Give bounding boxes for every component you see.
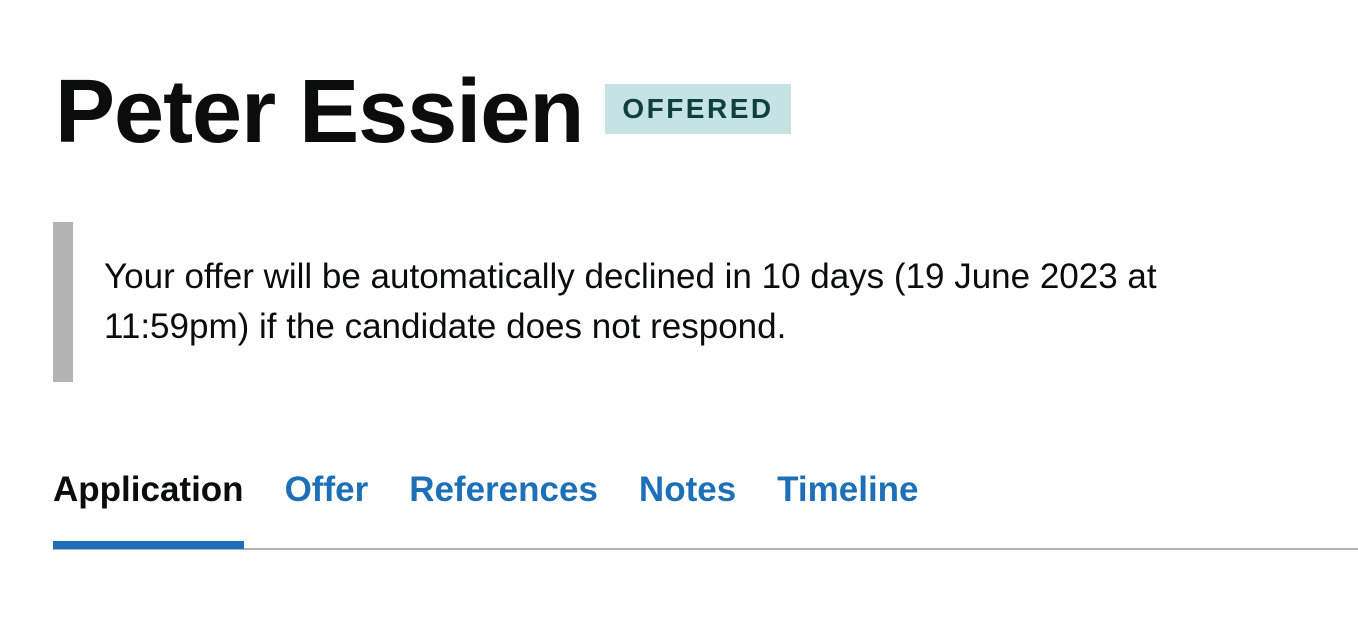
- page-header: Peter Essien OFFERED: [55, 62, 791, 162]
- status-badge: OFFERED: [605, 84, 791, 134]
- candidate-name-heading: Peter Essien: [55, 62, 584, 162]
- application-tabs: Application Offer References Notes Timel…: [53, 462, 1358, 550]
- tab-timeline[interactable]: Timeline: [777, 462, 918, 550]
- tab-references[interactable]: References: [409, 462, 598, 550]
- tab-notes[interactable]: Notes: [639, 462, 736, 550]
- tab-list: Application Offer References Notes Timel…: [53, 462, 1358, 550]
- offer-decline-notice: Your offer will be automatically decline…: [53, 222, 1233, 382]
- tab-offer[interactable]: Offer: [285, 462, 369, 550]
- tab-application[interactable]: Application: [53, 462, 244, 550]
